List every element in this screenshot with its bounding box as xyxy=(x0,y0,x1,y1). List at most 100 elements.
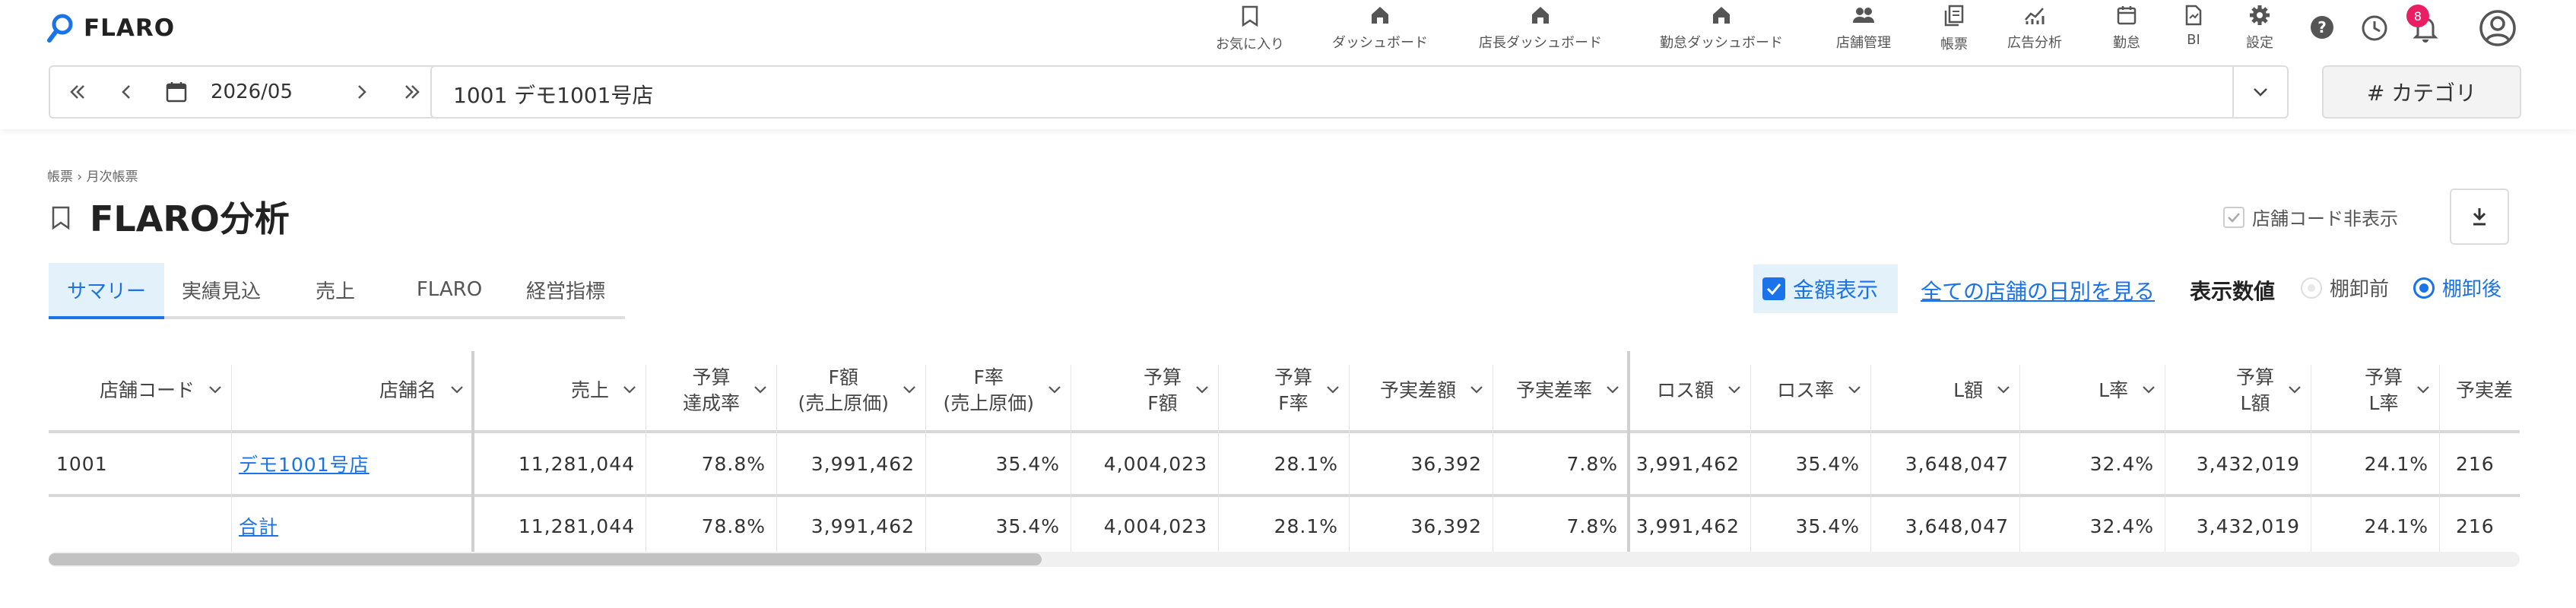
table-cell[interactable]: デモ1001号店 xyxy=(231,433,473,494)
store-select[interactable]: 1001 デモ1001号店 xyxy=(430,65,2289,119)
tab-forecast[interactable]: 実績見込 xyxy=(164,263,278,316)
header-store-code[interactable]: 店舗コード xyxy=(49,351,231,430)
header-sales[interactable]: 売上 xyxy=(473,351,646,430)
report-icon xyxy=(1944,5,1964,27)
header-label: 予算 L額 xyxy=(2235,366,2274,414)
gear-icon xyxy=(2250,5,2270,25)
header-loss-amount[interactable]: ロス額 xyxy=(1629,351,1750,430)
nav-store-management[interactable]: 店舗管理 xyxy=(1822,5,1905,55)
header-l-rate[interactable]: L率 xyxy=(2019,351,2165,430)
total-link[interactable]: 合計 xyxy=(239,512,278,540)
nav-reports[interactable]: 帳票 xyxy=(1930,5,1978,55)
header-loss-rate[interactable]: ロス率 xyxy=(1750,351,1870,430)
table-cell: 36,392 xyxy=(1410,452,1482,475)
tab-summary[interactable]: サマリー xyxy=(49,263,164,319)
radio-after-inventory[interactable]: 棚卸後 xyxy=(2413,274,2501,302)
header-budget-l-amount[interactable]: 予算 L額 xyxy=(2165,351,2311,430)
current-month[interactable]: 2026/05 xyxy=(202,67,301,117)
chevron-down-icon xyxy=(1728,386,1740,394)
nav-manager-dashboard[interactable]: 店長ダッシュボード xyxy=(1466,5,1615,55)
header-label: 予算 F率 xyxy=(1274,366,1312,414)
header-budget-achievement[interactable]: 予算 達成率 xyxy=(646,351,776,430)
header-label: L額 xyxy=(1953,379,1983,401)
header-l-amount[interactable]: L額 xyxy=(1870,351,2019,430)
hide-store-code-toggle[interactable]: 店舗コード非表示 xyxy=(2223,204,2398,230)
scrollbar-thumb[interactable] xyxy=(49,553,1042,565)
bookmark-icon xyxy=(1242,5,1258,27)
nav-ad-analysis[interactable]: 広告分析 xyxy=(1997,5,2073,55)
chevron-down-icon xyxy=(1997,386,2010,394)
history-icon[interactable] xyxy=(2360,14,2389,43)
help-icon[interactable]: ? xyxy=(2310,15,2334,40)
tab-sales[interactable]: 売上 xyxy=(278,263,392,316)
next-month-button[interactable] xyxy=(342,67,382,117)
header-f-amount[interactable]: F額 (売上原価) xyxy=(776,351,925,430)
tab-flaro[interactable]: FLARO xyxy=(392,263,506,316)
chevron-down-icon xyxy=(1470,386,1483,394)
radio-checked[interactable] xyxy=(2413,277,2435,299)
table-cell: 78.8% xyxy=(701,452,766,475)
download-icon xyxy=(2473,208,2486,226)
header-f-rate[interactable]: F率 (売上原価) xyxy=(925,351,1071,430)
store-name-link[interactable]: デモ1001号店 xyxy=(239,450,370,477)
total-cell: 216 xyxy=(2456,515,2495,537)
checkbox-checked[interactable] xyxy=(1762,277,1785,300)
nav-bi[interactable]: BI xyxy=(2176,5,2211,55)
total-cell: 11,281,044 xyxy=(518,515,635,537)
prev-month-button[interactable] xyxy=(106,67,146,117)
store-select-value: 1001 デモ1001号店 xyxy=(453,83,654,108)
header-label: F額 (売上原価) xyxy=(798,366,889,414)
chevron-left-icon xyxy=(122,85,130,99)
nav-settings[interactable]: 設定 xyxy=(2238,5,2281,55)
row-divider xyxy=(49,494,2520,497)
account-icon[interactable] xyxy=(2479,9,2517,47)
double-chevron-right-icon xyxy=(405,85,420,99)
header-label: 売上 xyxy=(570,379,609,401)
breadcrumb[interactable]: 帳票 › 月次帳票 xyxy=(47,166,138,185)
header-budget-diff[interactable]: 予実差 xyxy=(2439,351,2520,430)
table-cell: 1001 xyxy=(56,452,108,475)
bookmark-icon[interactable] xyxy=(50,205,71,231)
next-year-button[interactable] xyxy=(391,67,433,117)
nav-label: お気に入り xyxy=(1216,36,1284,52)
flaro-logo[interactable]: FLARO xyxy=(47,11,175,46)
table-cell: 32.4% xyxy=(2089,452,2154,475)
svg-text:?: ? xyxy=(2317,18,2327,36)
header-label: 予実差率 xyxy=(1515,379,1592,401)
calendar-button[interactable] xyxy=(160,67,193,117)
header-label: 店舗名 xyxy=(379,379,436,401)
checkbox[interactable] xyxy=(2223,206,2244,228)
all-stores-daily-link[interactable]: 全ての店舗の日別を見る xyxy=(1921,275,2155,306)
table-cell: 7.8% xyxy=(1566,452,1618,475)
prev-year-button[interactable] xyxy=(58,67,97,117)
header-store-name[interactable]: 店舗名 xyxy=(231,351,473,430)
header-budget-l-rate[interactable]: 予算 L率 xyxy=(2311,351,2439,430)
nav-dashboard[interactable]: ダッシュボード xyxy=(1323,5,1437,55)
table-cell: 35.4% xyxy=(995,452,1060,475)
nav-attendance[interactable]: 勤怠 xyxy=(2100,5,2153,55)
tab-management-indicators[interactable]: 経営指標 xyxy=(506,263,625,316)
amount-display-toggle[interactable]: 金額表示 xyxy=(1753,264,1898,313)
header-budget-f-rate[interactable]: 予算 F率 xyxy=(1218,351,1349,430)
total-cell[interactable]: 合計 xyxy=(231,496,473,555)
column-divider xyxy=(2019,365,2020,555)
header-budget-f-amount[interactable]: 予算 F額 xyxy=(1071,351,1218,430)
header-label: 予算 F額 xyxy=(1143,366,1182,414)
radio-unchecked[interactable] xyxy=(2301,277,2322,299)
select-divider xyxy=(2232,67,2234,117)
notification-badge: 8 xyxy=(2406,5,2429,27)
radio-before-inventory[interactable]: 棚卸前 xyxy=(2301,274,2389,302)
nav-favorites[interactable]: お気に入り xyxy=(1207,5,1293,55)
chevron-down-icon xyxy=(1196,386,1208,394)
top-bar: FLARO お気に入り ダッシュボード 店長ダッシュボード 勤怠ダッシュボード … xyxy=(0,0,2576,129)
total-cell: 3,991,462 xyxy=(811,515,915,537)
nav-attendance-dashboard[interactable]: 勤怠ダッシュボード xyxy=(1647,5,1796,55)
header-budget-diff-rate[interactable]: 予実差率 xyxy=(1493,351,1629,430)
table-cell: 28.1% xyxy=(1274,452,1338,475)
nav-label: 勤怠ダッシュボード xyxy=(1660,35,1783,51)
header-label: 予実差額 xyxy=(1379,379,1456,401)
chevron-down-icon xyxy=(1607,386,1619,394)
header-budget-diff-amount[interactable]: 予実差額 xyxy=(1349,351,1493,430)
download-button[interactable] xyxy=(2450,188,2509,245)
category-button[interactable]: # カテゴリ xyxy=(2322,65,2521,119)
